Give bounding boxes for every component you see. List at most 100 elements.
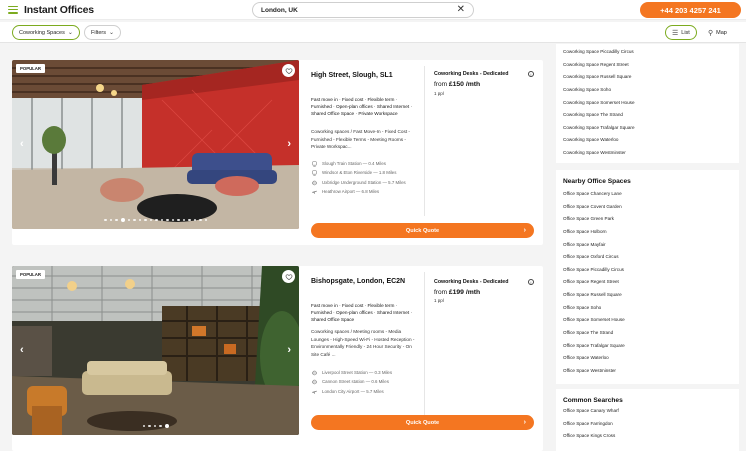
popular-badge: POPULAR (16, 270, 46, 279)
coworking-links-list: Coworking Space Piccadilly Circus Coworki… (556, 46, 739, 160)
price-type: Coworking Desks - Dedicated (434, 71, 509, 77)
sidebar-link[interactable]: Coworking Space Soho (563, 84, 739, 97)
sidebar-link[interactable]: Coworking Space The Strand (563, 109, 739, 122)
transport-item: Heathrow Airport — 6.8 Miles (311, 189, 419, 195)
common-searches-title: Common Searches (563, 397, 623, 404)
nearby-links-list: Office Space Chancery Lane Office Space C… (556, 188, 739, 378)
listing-card[interactable]: POPULAR ‹ › Bishopsgate, London, EC2N Co… (12, 266, 543, 451)
transport-item: Slough Train Station — 0.4 Miles (311, 161, 419, 167)
sidebar-link[interactable]: Office Space Chancery Lane (563, 188, 739, 201)
divider (424, 272, 425, 422)
photo-carousel-dots[interactable] (12, 218, 299, 222)
sidebar-link[interactable]: Office Space Farringdon (563, 418, 739, 431)
sidebar-link[interactable]: Office Space Green Park (563, 213, 739, 226)
capacity: 1 ppl (434, 91, 444, 96)
transport-list: Slough Train Station — 0.4 Miles Windsor… (311, 161, 419, 198)
sidebar-link[interactable]: Office Space Westminster (563, 365, 739, 378)
listing-description: Coworking spaces / Meeting rooms - Media… (311, 329, 415, 357)
sidebar-link[interactable]: Office Space Waterloo (563, 352, 739, 365)
capacity: 1 ppl (434, 298, 444, 303)
train-icon (312, 170, 317, 176)
quick-quote-label: Quick Quote (405, 227, 440, 234)
previous-photo-arrow-icon[interactable]: ‹ (20, 344, 24, 356)
space-type-label: Coworking Spaces (19, 29, 65, 36)
transport-item: Liverpool Street Station — 0.3 Miles (311, 370, 419, 376)
listing-card[interactable]: POPULAR ‹ › High Street, Slough, SL1 Cow… (12, 60, 543, 245)
filter-toolbar: Coworking Spaces ⌄ Filters ⌄ ☰ List ⚲ Ma… (0, 22, 746, 43)
sidebar-link[interactable]: Coworking Space Regent Street (563, 59, 739, 72)
filters-button[interactable]: Filters ⌄ (84, 25, 122, 40)
map-label: Map (716, 29, 727, 36)
heart-outline-icon (285, 67, 292, 74)
sidebar-link[interactable]: Office Space Soho (563, 302, 739, 315)
sidebar-link[interactable]: Coworking Space Somerset House (563, 97, 739, 110)
underground-icon (312, 380, 317, 385)
underground-icon (312, 180, 317, 185)
office-photo-image (12, 60, 299, 229)
listing-title[interactable]: High Street, Slough, SL1 (311, 72, 393, 79)
next-photo-arrow-icon[interactable]: › (287, 344, 291, 356)
listing-title[interactable]: Bishopsgate, London, EC2N (311, 278, 405, 285)
chevron-down-icon: ⌄ (67, 30, 73, 36)
sidebar-link[interactable]: Office Space Oxford Circus (563, 251, 739, 264)
listing-photo[interactable]: POPULAR ‹ › (12, 266, 299, 435)
favourites-heart-icon[interactable] (727, 3, 739, 15)
favourite-button[interactable] (282, 64, 295, 77)
next-photo-arrow-icon[interactable]: › (287, 138, 291, 150)
sidebar-link[interactable]: Coworking Space Waterloo (563, 134, 739, 147)
sidebar-link[interactable]: Coworking Space Trafalgar Square (563, 122, 739, 135)
chevron-right-icon: › (523, 227, 526, 234)
map-pin-icon: ⚲ (708, 29, 714, 37)
sidebar-link[interactable]: Office Space Covent Garden (563, 201, 739, 214)
sidebar-link[interactable]: Office Space Mayfair (563, 239, 739, 252)
site-logo[interactable]: Instant Offices (24, 4, 94, 16)
nearby-title: Nearby Office Spaces (563, 178, 631, 185)
price: from £199 /mth (434, 289, 481, 296)
sidebar-link[interactable]: Office Space The Strand (563, 327, 739, 340)
sidebar-link[interactable]: Coworking Space Russell Square (563, 71, 739, 84)
info-icon[interactable]: i (528, 279, 534, 285)
feature-list: Fast move in · Fixed cost · Flexible ter… (311, 303, 413, 322)
quick-quote-button[interactable]: Quick Quote › (311, 415, 534, 430)
map-view-toggle[interactable]: ⚲ Map (702, 25, 733, 40)
sidebar-link[interactable]: Coworking Space Westminster (563, 147, 739, 160)
listing-photo[interactable]: POPULAR ‹ › (12, 60, 299, 229)
sidebar-link[interactable]: Office Space Trafalgar Square (563, 340, 739, 353)
sidebar-link[interactable]: Office Space Somerset House (563, 314, 739, 327)
list-label: List (681, 29, 690, 36)
transport-list: Liverpool Street Station — 0.3 Miles Can… (311, 370, 419, 398)
feature-list: Fast move in · Fixed cost · Flexible ter… (311, 97, 413, 116)
space-type-dropdown[interactable]: Coworking Spaces ⌄ (12, 25, 80, 40)
sidebar-link[interactable]: Office Space Regent Street (563, 276, 739, 289)
plane-icon (312, 190, 317, 194)
train-icon (312, 161, 317, 167)
info-icon[interactable]: i (528, 71, 534, 77)
location-search-input[interactable]: London, UK ✕ (252, 2, 474, 18)
quick-quote-label: Quick Quote (405, 419, 440, 426)
list-view-toggle[interactable]: ☰ List (665, 25, 697, 40)
sidebar-link[interactable]: Office Space Russell Square (563, 289, 739, 302)
list-icon: ☰ (672, 29, 679, 37)
search-value[interactable]: London, UK (261, 7, 457, 14)
phone-button[interactable]: +44 203 4257 241 (640, 2, 741, 18)
sidebar-link[interactable]: Office Space Holborn (563, 226, 739, 239)
clear-search-icon[interactable]: ✕ (457, 5, 465, 15)
hamburger-menu-icon[interactable] (8, 5, 18, 14)
photo-carousel-dots[interactable] (12, 424, 299, 428)
sidebar-link[interactable]: Office Space Kings Cross (563, 430, 739, 443)
plane-icon (312, 390, 317, 394)
transport-item: Windsor & Eton Riverside — 1.8 Miles (311, 170, 419, 176)
sidebar-link[interactable]: Office Space Piccadilly Circus (563, 264, 739, 277)
popular-badge: POPULAR (16, 64, 46, 73)
sidebar-link[interactable]: Coworking Space Piccadilly Circus (563, 46, 739, 59)
chevron-down-icon: ⌄ (108, 30, 115, 36)
quick-quote-button[interactable]: Quick Quote › (311, 223, 534, 238)
price: from £150 /mth (434, 81, 481, 88)
filters-label: Filters (91, 29, 106, 36)
underground-icon (312, 370, 317, 376)
favourite-button[interactable] (282, 270, 295, 283)
sidebar-link[interactable]: Office Space Canary Wharf (563, 405, 739, 418)
previous-photo-arrow-icon[interactable]: ‹ (20, 138, 24, 150)
common-searches-list: Office Space Canary Wharf Office Space Fa… (556, 405, 739, 443)
top-header: Instant Offices London, UK ✕ +44 203 425… (0, 0, 746, 20)
